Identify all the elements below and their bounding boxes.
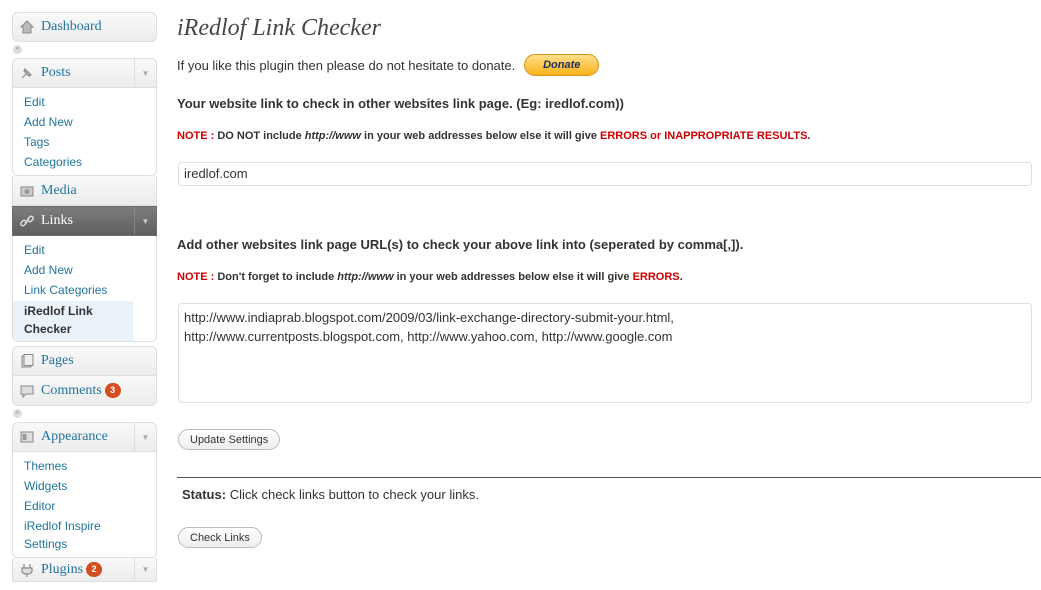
submenu-links-edit[interactable]: Edit [13, 241, 156, 259]
submenu-widgets[interactable]: Widgets [13, 477, 156, 495]
chevron-down-icon[interactable]: ▼ [134, 207, 156, 235]
appearance-submenu: Themes Widgets Editor iRedlof Inspire Se… [12, 452, 157, 558]
menu-separator[interactable]: « [12, 44, 157, 56]
pages-icon [13, 353, 41, 369]
page-title: iRedlof Link Checker [177, 15, 381, 41]
status-text: Click check links button to check your l… [229, 487, 479, 502]
link-icon [13, 213, 41, 229]
urls-textarea[interactable]: http://www.indiaprab.blogspot.com/2009/0… [178, 303, 1032, 403]
donate-button[interactable]: Donate [524, 54, 600, 76]
media-icon [13, 183, 41, 199]
menu-dashboard-label: Dashboard [41, 19, 102, 34]
donate-text: If you like this plugin then please do n… [177, 57, 516, 73]
menu-plugins-label: Plugins [41, 561, 84, 577]
submenu-themes[interactable]: Themes [13, 457, 156, 475]
urls-line-2: http://www.currentposts.blogspot.com, ht… [184, 329, 673, 344]
links-submenu: Edit Add New Link Categories iRedlof Lin… [12, 236, 157, 342]
chevron-down-icon[interactable]: ▼ [134, 59, 156, 87]
menu-appearance-label: Appearance [41, 429, 108, 444]
chevron-down-icon[interactable]: ▼ [134, 558, 156, 581]
update-settings-button[interactable]: Update Settings [178, 429, 281, 450]
submenu-iredlof-inspire-settings[interactable]: iRedlof Inspire Settings [13, 517, 123, 553]
note-label: NOTE : [177, 271, 215, 283]
menu-media[interactable]: Media [12, 176, 157, 206]
donate-line: If you like this plugin then please do n… [177, 54, 600, 76]
dashboard-icon [13, 19, 41, 35]
menu-plugins[interactable]: Plugins 2 ▼ [12, 558, 157, 582]
submenu-posts-categories[interactable]: Categories [13, 153, 156, 171]
menu-links[interactable]: Links ▼ [12, 206, 157, 236]
plugin-icon [13, 562, 41, 578]
menu-pages[interactable]: Pages [12, 346, 157, 376]
note-2: NOTE : Don't forget to include http://ww… [177, 271, 683, 283]
website-link-input[interactable]: iredlof.com [178, 162, 1032, 186]
chevron-down-icon[interactable]: ▼ [134, 423, 156, 451]
appearance-icon [13, 429, 41, 445]
menu-posts[interactable]: Posts ▼ [12, 58, 157, 88]
submenu-posts-edit[interactable]: Edit [13, 93, 156, 111]
status-line: Status: Click check links button to chec… [182, 487, 479, 502]
note-2-end: . [679, 271, 683, 283]
submenu-iredlof-link-checker[interactable]: iRedlof Link Checker [13, 301, 133, 341]
menu-dashboard[interactable]: Dashboard [12, 12, 157, 42]
note-2-code: http://www [337, 271, 394, 283]
pushpin-icon [13, 65, 41, 81]
menu-separator[interactable]: « [12, 408, 157, 420]
other-websites-heading: Add other websites link page URL(s) to c… [177, 237, 744, 252]
menu-comments[interactable]: Comments 3 [12, 376, 157, 406]
divider [177, 477, 1041, 478]
note-1-end: . [807, 130, 811, 142]
note-2-text: Don't forget to include [217, 271, 335, 283]
menu-media-label: Media [41, 182, 77, 198]
admin-sidebar: Dashboard « Posts ▼ Edit Add New Tags Ca… [12, 12, 157, 582]
note-1-code: http://www [304, 130, 361, 142]
menu-appearance[interactable]: Appearance ▼ [12, 422, 157, 452]
website-link-heading: Your website link to check in other webs… [177, 96, 624, 111]
note-1-text-b: in your web addresses below else it will… [364, 130, 597, 142]
submenu-links-categories[interactable]: Link Categories [13, 281, 156, 299]
note-2-error: ERRORS [632, 271, 680, 283]
menu-comments-label: Comments [41, 382, 102, 398]
note-1: NOTE : DO NOT include http://www in your… [177, 130, 810, 142]
submenu-posts-tags[interactable]: Tags [13, 133, 156, 151]
urls-line-1: http://www.indiaprab.blogspot.com/2009/0… [184, 310, 674, 325]
plugins-count-badge: 2 [86, 562, 103, 577]
menu-links-label: Links [41, 213, 73, 228]
comment-icon [13, 383, 41, 399]
menu-posts-label: Posts [41, 65, 71, 80]
status-label: Status: [182, 487, 227, 502]
posts-submenu: Edit Add New Tags Categories [12, 88, 157, 176]
note-2-text-b: in your web addresses below else it will… [396, 271, 630, 283]
note-1-text: DO NOT include [217, 130, 302, 142]
check-links-button[interactable]: Check Links [178, 527, 262, 548]
note-1-error: ERRORS or INAPPROPRIATE RESULTS [600, 130, 808, 142]
menu-pages-label: Pages [41, 353, 74, 368]
submenu-links-add-new[interactable]: Add New [13, 261, 156, 279]
comments-count-badge: 3 [104, 383, 121, 398]
submenu-editor[interactable]: Editor [13, 497, 156, 515]
note-label: NOTE : [177, 130, 215, 142]
submenu-posts-add-new[interactable]: Add New [13, 113, 156, 131]
